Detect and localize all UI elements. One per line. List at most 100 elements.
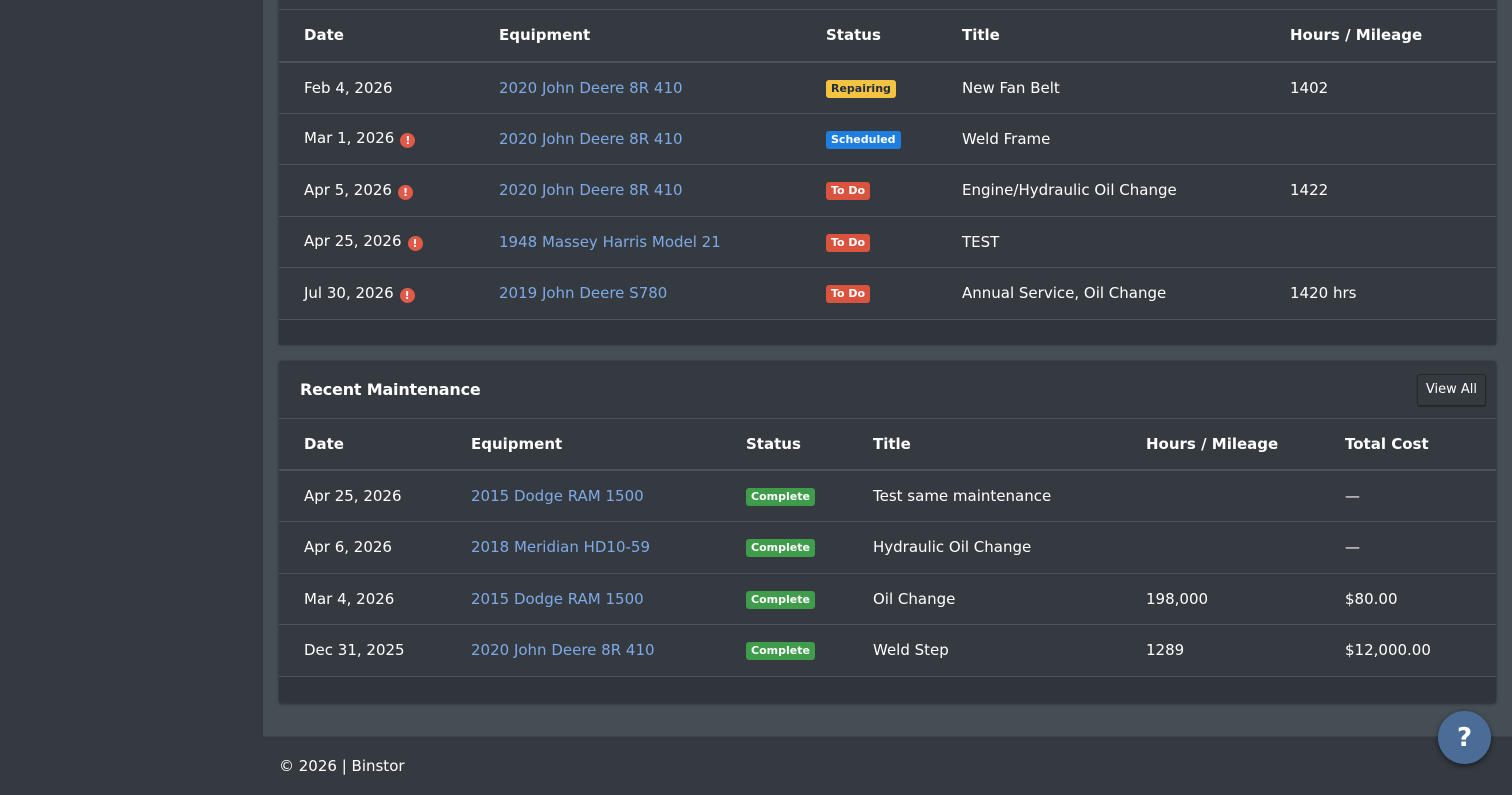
- row-status-cell: To Do: [801, 164, 937, 217]
- row-equipment-cell: 2015 Dodge RAM 1500: [446, 573, 721, 625]
- row-date: Apr 6, 2026: [304, 538, 392, 557]
- row-date-cell: Feb 4, 2026: [279, 61, 474, 114]
- column-header-hours[interactable]: Hours / Mileage: [1121, 419, 1320, 471]
- row-hours: 1420 hrs: [1265, 267, 1496, 320]
- row-hours: 1402: [1265, 61, 1496, 114]
- row-hours: [1121, 521, 1320, 574]
- table-row[interactable]: Apr 25, 2026 2015 Dodge RAM 1500 Complete T…: [279, 470, 1496, 522]
- column-header-status[interactable]: Status: [721, 419, 848, 471]
- table-row[interactable]: Apr 25, 2026! 1948 Massey Harris Model 21…: [279, 216, 1496, 268]
- row-date-cell: Apr 25, 2026!: [279, 216, 474, 268]
- row-date: Mar 1, 2026: [304, 129, 395, 148]
- row-date: Dec 31, 2025: [304, 641, 405, 660]
- equipment-link[interactable]: 2019 John Deere S780: [499, 284, 667, 302]
- copyright-text: © 2026 | Binstor: [279, 757, 405, 775]
- card-header: Recent Maintenance View All: [279, 361, 1496, 419]
- equipment-link[interactable]: 1948 Massey Harris Model 21: [499, 233, 721, 251]
- exclamation-circle-icon: !: [400, 133, 416, 149]
- status-badge: To Do: [826, 233, 871, 252]
- view-all-button[interactable]: View All: [1416, 373, 1486, 406]
- row-hours: 1289: [1121, 624, 1320, 677]
- row-title: Weld Step: [848, 624, 1121, 677]
- row-date-cell: Jul 30, 2026!: [279, 267, 474, 320]
- row-hours: 198,000: [1121, 573, 1320, 625]
- row-date-cell: Dec 31, 2025: [279, 624, 446, 677]
- equipment-link[interactable]: 2020 John Deere 8R 410: [499, 79, 683, 97]
- column-header-total-cost[interactable]: Total Cost: [1320, 419, 1496, 471]
- table-header-row: Date Equipment Status Title Hours / Mile…: [279, 9, 1496, 63]
- row-hours: [1265, 216, 1496, 268]
- table-row[interactable]: Feb 4, 2026 2020 John Deere 8R 410 Repairi…: [279, 61, 1496, 114]
- row-date: Apr 25, 2026: [304, 487, 402, 505]
- exclamation-circle-icon: !: [397, 184, 413, 200]
- equipment-link[interactable]: 2020 John Deere 8R 410: [499, 181, 683, 199]
- table-footer: [279, 676, 1496, 702]
- row-date-cell: Apr 6, 2026: [279, 521, 446, 574]
- row-equipment-cell: 2019 John Deere S780: [474, 267, 801, 320]
- main-content: Date Equipment Status Title Hours / Mile…: [263, 0, 1512, 736]
- column-header-equipment[interactable]: Equipment: [474, 9, 801, 63]
- upcoming-maintenance-table: Date Equipment Status Title Hours / Mile…: [279, 9, 1496, 320]
- equipment-link[interactable]: 2015 Dodge RAM 1500: [471, 487, 644, 505]
- exclamation-circle-icon: !: [399, 287, 415, 303]
- row-date: Feb 4, 2026: [304, 78, 393, 97]
- question-icon: ?: [1456, 722, 1473, 753]
- row-status-cell: Complete: [721, 624, 848, 677]
- table-footer: [279, 319, 1496, 345]
- row-status-cell: Scheduled: [801, 113, 937, 165]
- status-badge: Complete: [746, 642, 815, 661]
- row-cost: $80.00: [1320, 573, 1496, 625]
- table-row[interactable]: Mar 4, 2026 2015 Dodge RAM 1500 Complete Oi…: [279, 573, 1496, 625]
- column-header-hours[interactable]: Hours / Mileage: [1265, 9, 1496, 63]
- row-status-cell: Complete: [721, 470, 848, 522]
- row-status-cell: Complete: [721, 573, 848, 625]
- column-header-equipment[interactable]: Equipment: [446, 419, 721, 471]
- row-date: Apr 25, 2026: [304, 232, 402, 251]
- row-hours: [1265, 113, 1496, 165]
- table-row[interactable]: Jul 30, 2026! 2019 John Deere S780 To Do An…: [279, 267, 1496, 320]
- row-date-cell: Apr 25, 2026: [279, 470, 446, 522]
- row-equipment-cell: 2018 Meridian HD10-59: [446, 521, 721, 574]
- column-header-date[interactable]: Date: [279, 9, 474, 63]
- page-footer: © 2026 | Binstor: [263, 736, 1512, 795]
- equipment-link[interactable]: 2015 Dodge RAM 1500: [471, 590, 644, 608]
- equipment-link[interactable]: 2020 John Deere 8R 410: [499, 130, 683, 148]
- table-header-row: Date Equipment Status Title Hours / Mile…: [279, 419, 1496, 471]
- column-header-title[interactable]: Title: [848, 419, 1121, 471]
- row-status-cell: Complete: [721, 521, 848, 574]
- row-date-cell: Mar 4, 2026: [279, 573, 446, 625]
- help-button[interactable]: ?: [1438, 711, 1491, 764]
- row-date-cell: Mar 1, 2026!: [279, 113, 474, 165]
- row-cost: $12,000.00: [1320, 624, 1496, 677]
- row-status-cell: To Do: [801, 216, 937, 268]
- row-status-cell: To Do: [801, 267, 937, 320]
- row-date-cell: Apr 5, 2026!: [279, 164, 474, 217]
- sidebar: [0, 0, 263, 795]
- column-header-date[interactable]: Date: [279, 419, 446, 471]
- row-title: Hydraulic Oil Change: [848, 521, 1121, 574]
- table-row[interactable]: Apr 5, 2026! 2020 John Deere 8R 410 To Do E…: [279, 164, 1496, 217]
- row-title: Annual Service, Oil Change: [937, 267, 1265, 320]
- row-equipment-cell: 2020 John Deere 8R 410: [474, 164, 801, 217]
- row-equipment-cell: 2020 John Deere 8R 410: [446, 624, 721, 677]
- row-title: Engine/Hydraulic Oil Change: [937, 164, 1265, 217]
- row-title: Weld Frame: [937, 113, 1265, 165]
- row-hours: [1121, 470, 1320, 522]
- table-row[interactable]: Dec 31, 2025 2020 John Deere 8R 410 Comple…: [279, 624, 1496, 677]
- equipment-link[interactable]: 2020 John Deere 8R 410: [471, 641, 655, 659]
- table-row[interactable]: Mar 1, 2026! 2020 John Deere 8R 410 Schedu…: [279, 113, 1496, 165]
- column-header-title[interactable]: Title: [937, 9, 1265, 63]
- row-status-cell: Repairing: [801, 61, 937, 114]
- row-title: TEST: [937, 216, 1265, 268]
- status-badge: Complete: [746, 539, 815, 558]
- row-title: Test same maintenance: [848, 470, 1121, 522]
- equipment-link[interactable]: 2018 Meridian HD10-59: [471, 538, 650, 556]
- row-cost: —: [1320, 521, 1496, 574]
- card-title: Recent Maintenance: [300, 380, 481, 399]
- row-cost: —: [1320, 470, 1496, 522]
- table-row[interactable]: Apr 6, 2026 2018 Meridian HD10-59 Complete…: [279, 521, 1496, 574]
- column-header-status[interactable]: Status: [801, 9, 937, 63]
- row-title: New Fan Belt: [937, 61, 1265, 114]
- row-equipment-cell: 2020 John Deere 8R 410: [474, 61, 801, 114]
- row-title: Oil Change: [848, 573, 1121, 625]
